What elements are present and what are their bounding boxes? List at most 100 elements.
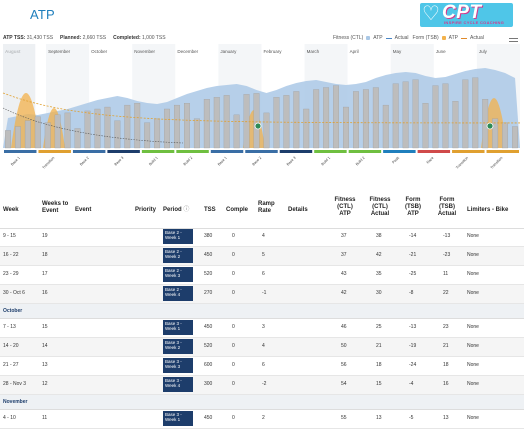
period-badge[interactable]: Base 3 - Week 4: [163, 377, 193, 392]
phase-segment: [452, 150, 485, 153]
tss-bar: [512, 126, 518, 149]
period-badge[interactable]: Base 3 - Week 3: [163, 358, 193, 373]
phase-segment: [486, 150, 519, 153]
brand-logo[interactable]: ♡ CPT INSPIRE CYCLE COACHING: [420, 3, 513, 27]
tss-bar: [54, 114, 61, 149]
table-row[interactable]: 16 - 22 18 450 0 5 37 42 -21 -23 None Base 2 - Wee…: [0, 247, 524, 266]
period-badge[interactable]: Base 3 - Week 1: [163, 411, 193, 426]
month-tick-label: May: [393, 49, 402, 54]
col-form-actual[interactable]: Form (TSB) Actual: [436, 197, 458, 218]
period-badge[interactable]: Base 3 - Week 2: [163, 339, 193, 354]
col-week[interactable]: Week: [3, 207, 19, 214]
page-title: ATP: [30, 7, 55, 22]
tss-bar: [293, 91, 300, 149]
race-marker-icon: [254, 122, 262, 130]
limiters-cell: None: [467, 415, 479, 421]
tss-bar: [472, 77, 479, 149]
tss-bar: [193, 118, 200, 149]
tss-bar: [323, 87, 330, 149]
tss-bar: [5, 130, 11, 149]
fitness-actual-cell: 18: [376, 362, 382, 368]
table-row[interactable]: 28 - Nov 3 12 300 0 -2 54 15 -4 16 None Base 3 - W…: [0, 376, 524, 395]
week-cell: 7 - 13: [3, 324, 16, 330]
tss-bar: [452, 101, 459, 149]
tss-bar: [34, 116, 41, 149]
phase-segment: [72, 150, 106, 153]
legend-form-label: Form (TSB): [412, 35, 439, 41]
col-fitness-atp[interactable]: Fitness (CTL) ATP: [333, 197, 357, 218]
col-details[interactable]: Details: [288, 207, 308, 214]
form-actual-cell: 16: [443, 381, 449, 387]
col-event[interactable]: Event: [75, 207, 91, 214]
tss-bar: [422, 103, 429, 149]
tss-bar: [183, 103, 190, 149]
tss-summary: ATP TSS: 31,430 TSS Planned: 2,660 TSS C…: [3, 35, 166, 41]
col-priority[interactable]: Priority: [135, 207, 156, 214]
tss-bar: [124, 104, 131, 149]
atp-chart[interactable]: AugustSeptemberOctoberNovemberDecemberJa…: [0, 44, 524, 169]
fitness-atp-cell: 37: [341, 252, 347, 258]
legend-fitness-atp: ATP: [373, 35, 383, 41]
fitness-actual-cell: 21: [376, 343, 382, 349]
week-cell: 21 - 27: [3, 362, 19, 368]
fitness-atp-cell: 43: [341, 271, 347, 277]
tss-bar: [392, 83, 399, 149]
fitness-actual-line-icon: [385, 37, 392, 39]
chart-legend: Fitness (CTL) ATP Actual Form (TSB) ATP …: [333, 35, 484, 41]
col-period[interactable]: Period ⓘ: [163, 207, 189, 214]
tss-bar: [362, 89, 369, 149]
col-form-atp[interactable]: Form (TSB) ATP: [402, 197, 424, 218]
tss-bar: [303, 108, 310, 149]
weeks-to-event-cell: 11: [42, 415, 48, 421]
phase-label: Peak: [391, 156, 400, 165]
table-row[interactable]: 9 - 15 19 380 0 4 37 38 -14 -13 None Base 2 - Week…: [0, 228, 524, 247]
limiters-cell: None: [467, 290, 479, 296]
form-actual-cell: 11: [443, 271, 449, 277]
period-badge[interactable]: Base 2 - Week 1: [163, 229, 193, 244]
completed-cell: 0: [232, 343, 235, 349]
legend-form-actual: Actual: [470, 35, 484, 41]
completed-cell: 0: [232, 233, 235, 239]
table-row[interactable]: 7 - 13 15 450 0 3 46 25 -13 23 None Base 3 - Week …: [0, 319, 524, 338]
tss-bar: [154, 118, 161, 149]
col-ramp-rate[interactable]: Ramp Rate: [258, 201, 278, 215]
col-tss[interactable]: TSS: [204, 207, 216, 214]
period-badge[interactable]: Base 2 - Week 4: [163, 286, 193, 301]
col-fitness-actual[interactable]: Fitness (CTL) Actual: [368, 197, 392, 218]
table-row[interactable]: 14 - 20 14 520 0 4 50 21 -19 21 None Base 3 - Week…: [0, 338, 524, 357]
phase-segment: [107, 150, 140, 153]
table-row[interactable]: 21 - 27 13 600 0 6 56 18 -24 18 None Base 3 - Week…: [0, 357, 524, 376]
weeks-to-event-cell: 13: [42, 362, 48, 368]
period-badge[interactable]: Base 3 - Week 1: [163, 320, 193, 335]
period-badge[interactable]: Base 2 - Week 3: [163, 267, 193, 282]
atp-tss-value: 31,430 TSS: [26, 35, 54, 41]
legend-form[interactable]: Form (TSB) ATP Actual: [413, 35, 484, 41]
week-cell: 28 - Nov 3: [3, 381, 27, 387]
phase-segment: [210, 150, 244, 153]
col-weeks-to-event[interactable]: Weeks to Event: [42, 201, 70, 215]
planned-label: Planned:: [60, 35, 82, 41]
ramp-rate-cell: 6: [262, 362, 265, 368]
tss-bar: [333, 85, 340, 149]
completed-cell: 0: [232, 290, 235, 296]
phase-label: Build 2: [183, 156, 194, 167]
month-group-header: October: [0, 304, 524, 319]
period-badge[interactable]: Base 2 - Week 2: [163, 248, 193, 263]
ramp-rate-cell: 3: [262, 324, 265, 330]
col-limiters-bike[interactable]: Limiters - Bike: [467, 207, 508, 214]
legend-fitness[interactable]: Fitness (CTL) ATP Actual: [333, 35, 409, 41]
tss-cell: 520: [204, 343, 213, 349]
table-row[interactable]: 30 - Oct 6 16 270 0 -1 42 30 -8 22 None Base 2 - W…: [0, 285, 524, 304]
completed-value: 1,000 TSS: [142, 35, 166, 41]
tss-bar: [24, 120, 31, 149]
tss-cell: 450: [204, 415, 213, 421]
info-icon[interactable]: ⓘ: [182, 207, 189, 213]
table-row[interactable]: 4 - 10 11 450 0 2 55 13 -5 13 None Base 3 - Week 1: [0, 410, 524, 429]
tss-bar: [462, 79, 469, 149]
col-completed[interactable]: Comple: [226, 207, 248, 214]
table-row[interactable]: 23 - 29 17 520 0 6 43 35 -25 11 None Base 2 - Week…: [0, 266, 524, 285]
weeks-to-event-cell: 17: [42, 271, 48, 277]
form-atp-cell: -4: [409, 381, 414, 387]
table-header: Week Weeks to Event Event Priority Perio…: [0, 196, 524, 229]
weeks-to-event-cell: 14: [42, 343, 48, 349]
